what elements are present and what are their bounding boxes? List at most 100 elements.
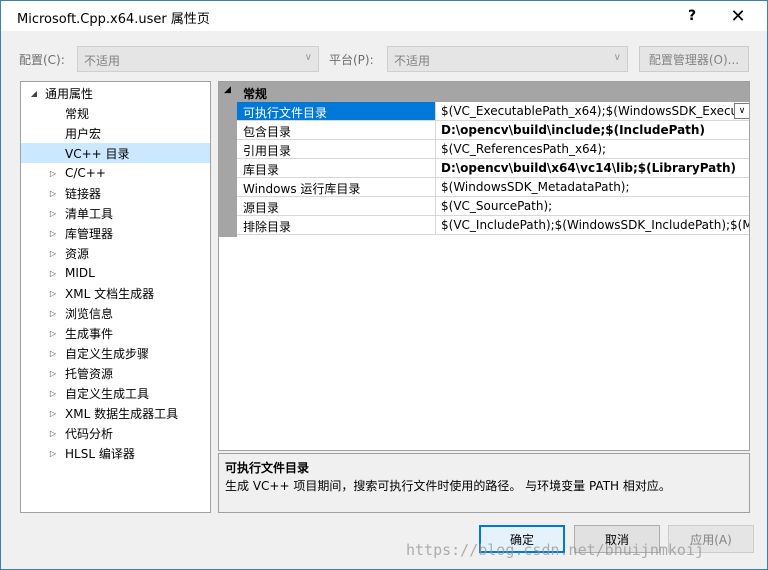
tree-item-label: MIDL [65,266,95,280]
window-title: Microsoft.Cpp.x64.user 属性页 [17,12,210,27]
ok-label: 确定 [509,532,534,547]
property-row[interactable]: 引用目录 $(VC_ReferencesPath_x64); [237,140,749,159]
tree-item[interactable]: ▷ 自定义生成步骤 [21,343,210,363]
property-value-text: $(WindowsSDK_MetadataPath); [441,180,630,194]
property-name[interactable]: Windows 运行库目录 [237,178,436,196]
tree-item-label: 生成事件 [65,326,114,341]
tree-item[interactable]: ▷ XML 数据生成器工具 [21,403,210,423]
tree-item-label: 资源 [65,246,90,261]
tree-item-label: 自定义生成工具 [65,386,150,401]
help-button[interactable]: ? [669,1,715,31]
description-title: 可执行文件目录 [225,461,310,475]
collapsed-triangle-icon[interactable]: ▷ [48,387,58,399]
collapsed-triangle-icon[interactable]: ▷ [48,327,58,339]
tree-item-label: C/C++ [65,166,106,180]
ok-button[interactable]: 确定 [479,525,565,553]
tree-item[interactable]: ▷ 自定义生成工具 [21,383,210,403]
property-value[interactable]: $(VC_ReferencesPath_x64); [437,140,749,158]
close-icon: ✕ [730,5,746,27]
platform-label: 平台(P): [329,53,374,67]
property-value-text: D:\opencv\build\include;$(IncludePath) [441,123,705,137]
tree-item-label: 链接器 [65,186,102,201]
tree-item[interactable]: VC++ 目录 [21,143,210,163]
cancel-button[interactable]: 取消 [574,525,660,553]
tree-item[interactable]: ▷ 库管理器 [21,223,210,243]
collapsed-triangle-icon[interactable]: ▷ [48,407,58,419]
expanded-triangle-icon[interactable]: ◢ [224,85,231,95]
cancel-label: 取消 [604,532,629,547]
close-button[interactable]: ✕ [715,1,761,31]
tree-item[interactable]: ▷ XML 文档生成器 [21,283,210,303]
tree-item-label: VC++ 目录 [65,146,130,161]
property-tree[interactable]: ◢ 通用属性 常规 用户宏 VC++ 目录 ▷ C/C++ ▷ 链接器 ▷ 清单工具 ▷ 库管理器 ▷… [20,81,211,513]
collapsed-triangle-icon[interactable]: ▷ [48,187,58,199]
property-row[interactable]: Windows 运行库目录 $(WindowsSDK_MetadataPath); [237,178,749,197]
collapsed-triangle-icon[interactable]: ▷ [48,267,58,279]
description-panel: 可执行文件目录 生成 VC++ 项目期间，搜索可执行文件时使用的路径。 与环境变… [218,453,750,513]
tree-item-label: 浏览信息 [65,306,114,321]
platform-combo[interactable]: 不适用 ∨ [387,46,628,72]
property-name[interactable]: 库目录 [237,159,436,177]
tree-item[interactable]: ▷ MIDL [21,263,210,283]
tree-item-label: 用户宏 [65,126,102,141]
property-row[interactable]: 排除目录 $(VC_IncludePath);$(WindowsSDK_Inclu… [237,216,750,235]
property-name[interactable]: 排除目录 [237,216,436,234]
tree-item[interactable]: ▷ 清单工具 [21,203,210,223]
collapsed-triangle-icon[interactable]: ▷ [48,367,58,379]
apply-button[interactable]: 应用(A) [668,525,754,553]
property-value-text: $(VC_ReferencesPath_x64); [441,142,607,156]
property-name[interactable]: 源目录 [237,197,436,215]
chevron-down-icon: ∨ [613,52,621,63]
property-value[interactable]: $(VC_SourcePath); [437,197,749,215]
property-value-text: $(VC_IncludePath);$(WindowsSDK_IncludePa… [441,218,750,232]
tree-item[interactable]: ▷ HLSL 编译器 [21,443,210,463]
config-manager-button[interactable]: 配置管理器(O)... [639,46,749,72]
tree-item-root[interactable]: ◢ 通用属性 [21,83,210,103]
property-grid[interactable]: ◢ 常规 可执行文件目录 $(VC_ExecutablePath_x64);$(W… [218,81,750,451]
tree-item[interactable]: ▷ C/C++ [21,163,210,183]
config-combo[interactable]: 不适用 ∨ [77,46,319,72]
property-value[interactable]: $(WindowsSDK_MetadataPath); [437,178,749,196]
property-pages-dialog: Microsoft.Cpp.x64.user 属性页 ? ✕ 配置(C): 不适… [0,0,768,570]
tree-item[interactable]: ▷ 代码分析 [21,423,210,443]
collapsed-triangle-icon[interactable]: ▷ [48,207,58,219]
property-value[interactable]: $(VC_IncludePath);$(WindowsSDK_IncludePa… [437,216,750,234]
tree-item[interactable]: 用户宏 [21,123,210,143]
chevron-down-icon: ∨ [304,52,312,63]
property-name[interactable]: 包含目录 [237,121,436,139]
tree-item[interactable]: ▷ 资源 [21,243,210,263]
property-row[interactable]: 源目录 $(VC_SourcePath); [237,197,749,216]
property-value[interactable]: D:\opencv\build\include;$(IncludePath) [437,121,749,139]
tree-item[interactable]: ▷ 链接器 [21,183,210,203]
tree-item[interactable]: ▷ 托管资源 [21,363,210,383]
collapsed-triangle-icon[interactable]: ▷ [48,307,58,319]
collapsed-triangle-icon[interactable]: ▷ [48,227,58,239]
property-row[interactable]: 可执行文件目录 $(VC_ExecutablePath_x64);$(Window… [237,102,749,121]
collapsed-triangle-icon[interactable]: ▷ [48,427,58,439]
tree-item-label: 库管理器 [65,226,114,241]
tree-item[interactable]: ▷ 浏览信息 [21,303,210,323]
tree-item[interactable]: ▷ 生成事件 [21,323,210,343]
tree-item-label: 托管资源 [65,366,114,381]
title-bar[interactable]: Microsoft.Cpp.x64.user 属性页 ? ✕ [1,1,767,31]
property-row[interactable]: 库目录 D:\opencv\build\x64\vc14\lib;$(Librar… [237,159,749,178]
property-value-text: D:\opencv\build\x64\vc14\lib;$(LibraryPa… [441,161,737,175]
collapsed-triangle-icon[interactable]: ▷ [48,287,58,299]
property-name[interactable]: 可执行文件目录 [237,102,436,120]
chevron-down-icon[interactable]: ∨ [734,103,749,119]
collapsed-triangle-icon[interactable]: ▷ [48,447,58,459]
tree-item-label: 代码分析 [65,426,114,441]
grid-category-row[interactable]: ◢ 常规 [219,82,749,102]
collapsed-triangle-icon[interactable]: ▷ [48,247,58,259]
collapsed-triangle-icon[interactable]: ▷ [48,167,58,179]
property-value[interactable]: $(VC_ExecutablePath_x64);$(WindowsSDK_Ex… [437,102,749,120]
config-combo-value: 不适用 [84,54,121,68]
property-name[interactable]: 引用目录 [237,140,436,158]
property-value-text: $(VC_SourcePath); [441,199,553,213]
tree-item[interactable]: 常规 [21,103,210,123]
expanded-triangle-icon[interactable]: ◢ [29,87,39,99]
property-value[interactable]: D:\opencv\build\x64\vc14\lib;$(LibraryPa… [437,159,749,177]
tree-item-label: 常规 [65,106,90,121]
property-row[interactable]: 包含目录 D:\opencv\build\include;$(IncludePat… [237,121,749,140]
collapsed-triangle-icon[interactable]: ▷ [48,347,58,359]
